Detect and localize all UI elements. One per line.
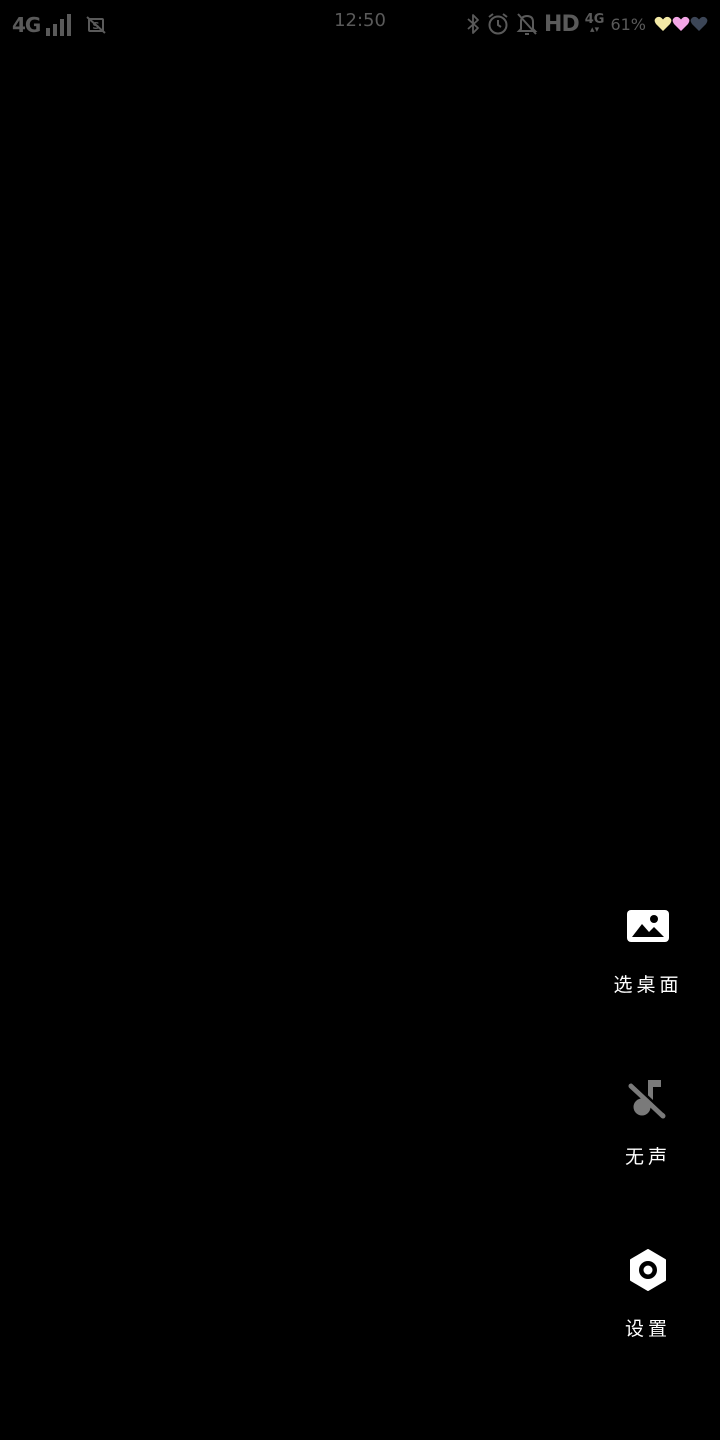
settings-button[interactable]: 设置 xyxy=(596,1246,700,1341)
settings-label: 设置 xyxy=(624,1318,671,1340)
mute-icon-wrap xyxy=(596,1074,700,1122)
choose-wallpaper-button[interactable]: 选桌面 xyxy=(596,902,700,997)
mute-button[interactable]: 无声 xyxy=(596,1074,700,1169)
dark-heart-icon xyxy=(690,16,708,31)
status-bar-right: HD 4G ▴▾ 61% xyxy=(460,10,708,38)
battery-percent: 61% xyxy=(610,14,646,34)
bluetooth-icon xyxy=(466,12,480,36)
pink-heart-icon xyxy=(672,16,690,31)
music-off-icon xyxy=(628,1080,666,1119)
image-icon xyxy=(627,910,669,942)
settings-icon-wrap xyxy=(596,1246,700,1294)
data-arrows-icon: ▴▾ xyxy=(590,25,600,35)
wallpaper-icon-wrap xyxy=(596,902,700,950)
hd-voice-label: HD xyxy=(544,11,580,37)
settings-hex-icon xyxy=(630,1249,666,1291)
choose-wallpaper-label: 选桌面 xyxy=(613,974,683,996)
mobile-data-indicator: 4G ▴▾ xyxy=(585,13,605,35)
mute-label: 无声 xyxy=(624,1146,671,1168)
status-bar: 4G S 12:50 HD 4G ▴▾ 61% xyxy=(0,0,720,48)
heart-icons xyxy=(654,16,708,32)
alarm-icon xyxy=(486,12,510,36)
notifications-off-icon xyxy=(516,12,538,36)
yellow-heart-icon xyxy=(654,16,672,31)
